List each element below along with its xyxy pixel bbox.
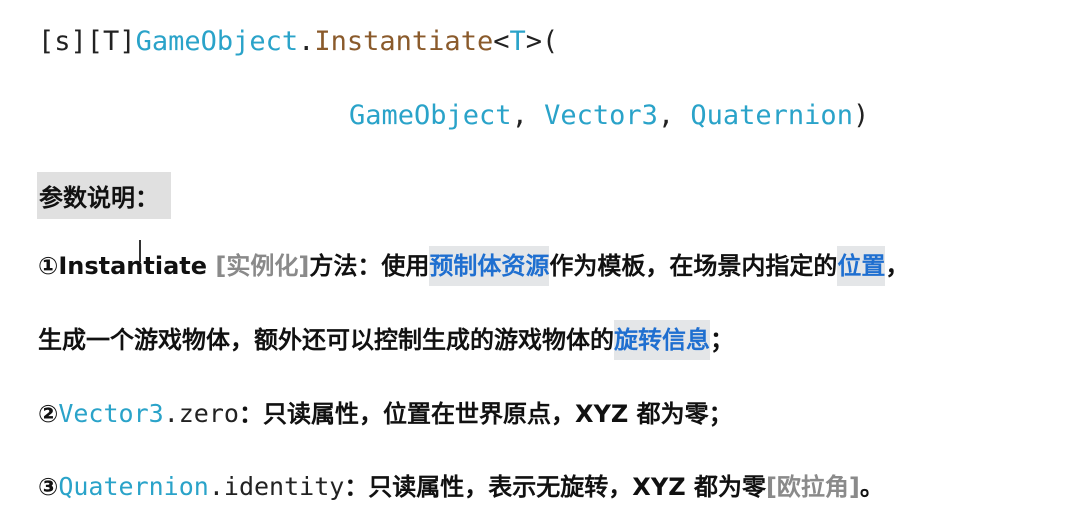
item3-text: ：只读属性，表示无旋转，XYZ 都为零: [344, 473, 766, 501]
item1-text-b: 作为模板，在场景内指定的: [549, 252, 838, 280]
item2-member: .zero: [163, 399, 239, 428]
static-tag: [s]: [38, 26, 87, 57]
param-quaternion: Quaternion: [690, 100, 853, 131]
param-vector3: Vector3: [544, 100, 658, 131]
generic-open: <: [493, 26, 510, 57]
section-heading: 参数说明：: [37, 172, 171, 219]
highlight-prefab-resource: 预制体资源: [429, 246, 550, 286]
item1-name: Instantiate: [58, 252, 208, 280]
dot: .: [298, 26, 315, 57]
item3-line: ③Quaternion.identity：只读属性，表示无旋转，XYZ 都为零[…: [38, 467, 884, 502]
class-name: GameObject: [135, 26, 299, 57]
item1-line2-a: 生成一个游戏物体，额外还可以控制生成的游戏物体的: [38, 326, 614, 354]
item3-member: .identity: [208, 472, 345, 501]
code-signature-line1: [s][T]GameObject.Instantiate<T>(: [38, 26, 558, 57]
item3-end: 。: [859, 473, 884, 501]
item2-text: ：只读属性，位置在世界原点，XYZ 都为零；: [238, 400, 733, 428]
highlight-rotation-info: 旋转信息: [614, 320, 710, 360]
generic-tag: [T]: [86, 26, 136, 57]
item1-text-c: ，: [885, 252, 910, 280]
item2-number: ②: [38, 400, 59, 428]
item2-line: ②Vector3.zero：只读属性，位置在世界原点，XYZ 都为零；: [38, 394, 733, 429]
comma: ,: [657, 100, 691, 131]
item2-type: Vector3: [58, 399, 164, 428]
item3-note: [欧拉角]: [765, 473, 860, 501]
item1-number: ①: [38, 252, 59, 280]
item1-line1: ①Instantiate [实例化]方法：使用预制体资源作为模板，在场景内指定的…: [38, 246, 910, 286]
item1-line2: 生成一个游戏物体，额外还可以控制生成的游戏物体的旋转信息；: [38, 320, 734, 360]
close-paren: ): [852, 100, 870, 131]
method-name: Instantiate: [314, 26, 494, 57]
code-signature-line2: GameObject, Vector3, Quaternion): [349, 100, 869, 131]
highlight-position: 位置: [837, 246, 886, 286]
item3-type: Quaternion: [58, 472, 209, 501]
generic-close: >(: [525, 26, 559, 57]
item3-number: ③: [38, 473, 59, 501]
item1-text-a: 方法：使用: [309, 252, 430, 280]
text-cursor: [139, 240, 141, 262]
item1-note: [实例化]: [215, 252, 310, 280]
param-gameobject: GameObject: [349, 100, 512, 131]
generic-type: T: [509, 26, 526, 57]
comma: ,: [511, 100, 545, 131]
item1-line2-b: ；: [710, 326, 734, 354]
